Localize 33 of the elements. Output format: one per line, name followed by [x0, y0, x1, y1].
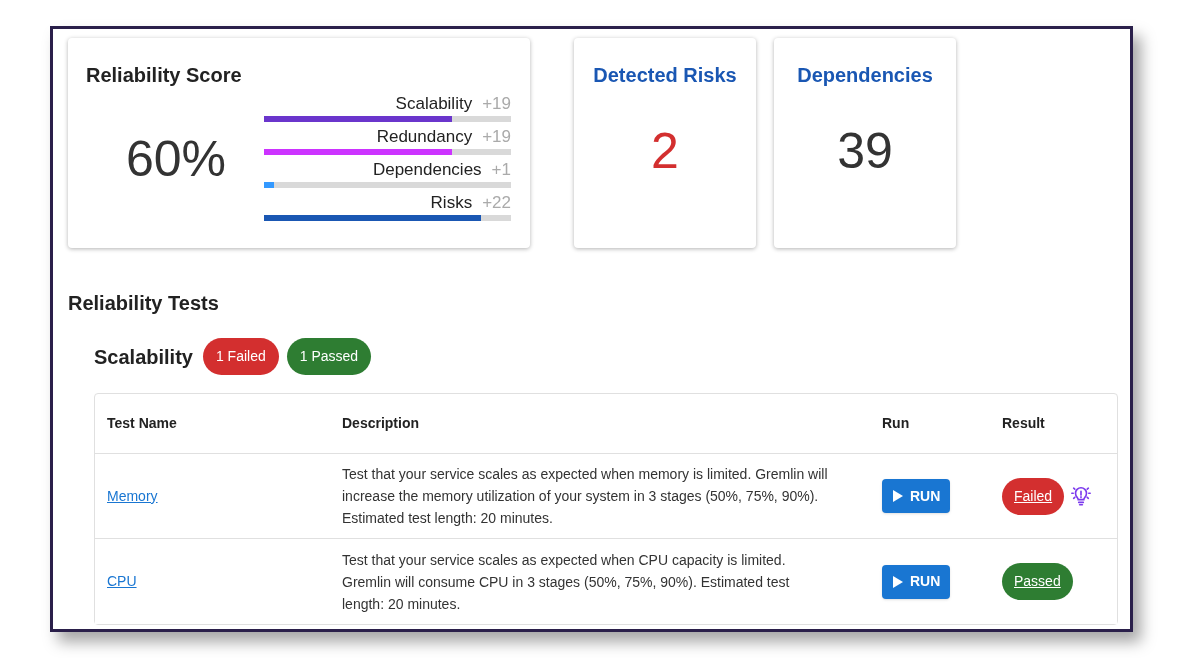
metric-label: Risks	[430, 192, 473, 214]
metric-delta: +22	[482, 192, 511, 214]
score-value: 60%	[124, 130, 228, 189]
card-title: Reliability Score	[86, 63, 243, 88]
metric-label: Redundancy	[376, 126, 473, 148]
lightbulb-icon[interactable]	[1070, 485, 1093, 507]
card-title: Detected Risks	[593, 63, 737, 88]
metric-delta: +1	[491, 159, 511, 181]
test-link[interactable]: Memory	[107, 487, 158, 504]
test-description: Test that your service scales as expected when CPU capacity is limited. Gremlin will consume CPU in 3 stages (50%, 75%, 90%). Estimated test length: 20 minutes.	[342, 550, 791, 614]
run-button[interactable]: RUN	[882, 479, 951, 513]
play-icon	[892, 489, 904, 503]
result-badge[interactable]: Passed	[1002, 563, 1073, 600]
status-badge: 1 Passed	[286, 338, 372, 375]
play-icon	[892, 574, 904, 589]
section-title: Reliability Tests	[68, 291, 220, 316]
test-description: Test that your service scales as expected when memory is limited. Gremlin will increase the memory utilization of your system in 3 stages (50%, 75%, 90%). Estimated test length: 20 minutes.	[342, 465, 829, 528]
group-title: Scalability	[94, 344, 193, 370]
column-header: Test Name	[106, 414, 178, 433]
stat-value: 2	[651, 122, 679, 181]
result-badge[interactable]: Failed	[1002, 477, 1065, 515]
metric-label: Dependencies	[372, 159, 482, 181]
column-header: Result	[1001, 414, 1045, 433]
metric-delta: +19	[482, 93, 511, 115]
card-title: Dependencies	[797, 63, 933, 88]
column-header: Run	[881, 414, 911, 433]
test-link[interactable]: CPU	[107, 573, 137, 589]
column-header: Description	[341, 414, 420, 433]
run-button[interactable]: RUN	[882, 564, 951, 599]
metric-delta: +19	[482, 126, 511, 148]
stat-value: 39	[837, 122, 893, 181]
metric-label: Scalability	[395, 93, 473, 115]
status-badge: 1 Failed	[202, 338, 279, 375]
